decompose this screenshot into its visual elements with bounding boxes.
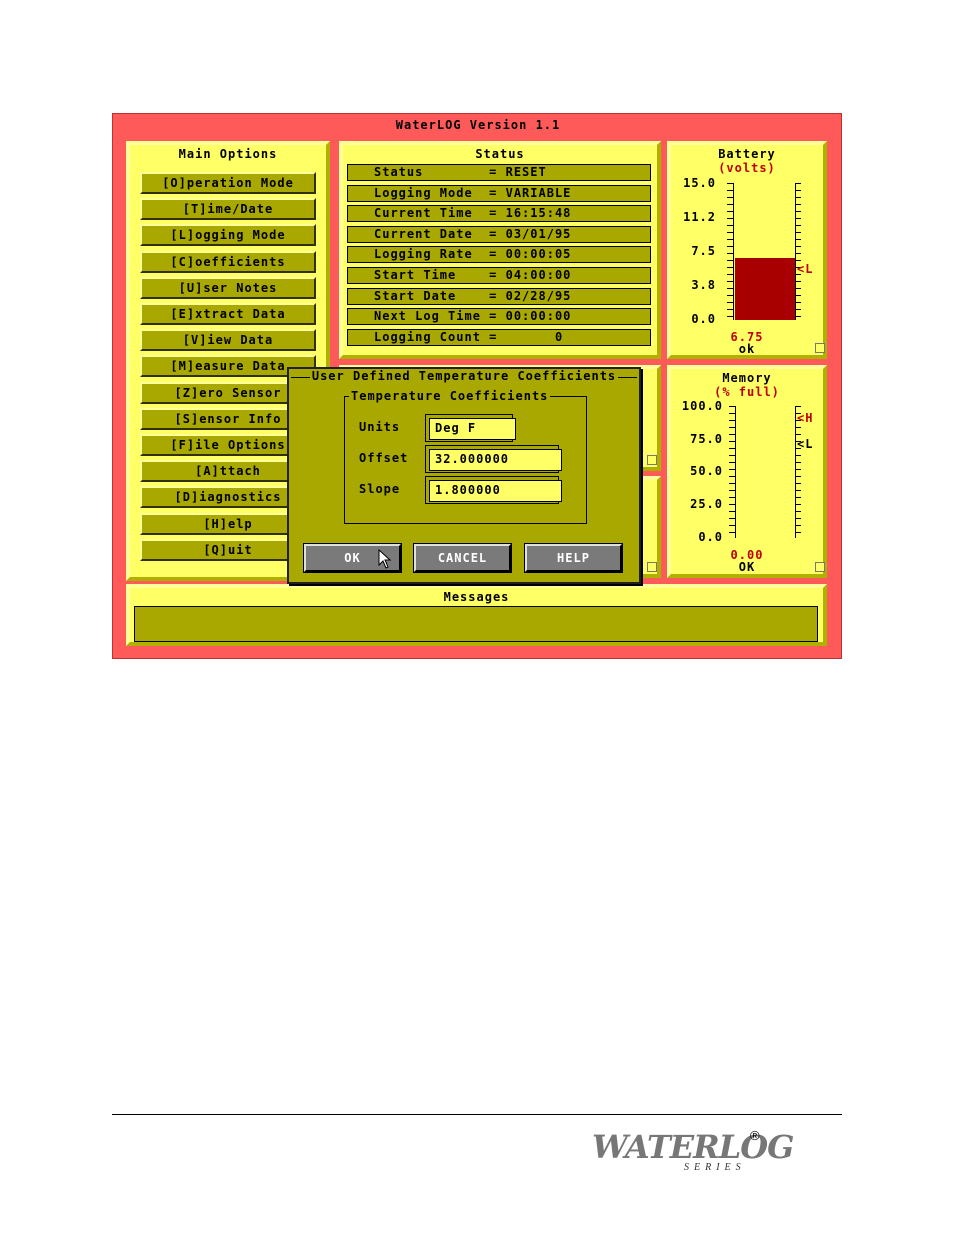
status-row: Logging Count = 0	[347, 328, 651, 346]
battery-tick: 3.8	[691, 278, 716, 292]
mouse-cursor-icon	[378, 549, 392, 569]
messages-panel: Messages	[126, 584, 827, 646]
memory-low-marker: <L	[797, 437, 814, 451]
status-row: Logging Rate = 00:00:05	[347, 246, 651, 264]
battery-scale-axis	[733, 183, 734, 320]
logo-series: SERIES	[684, 1162, 746, 1173]
logo-text: WATERLOG	[592, 1128, 794, 1166]
help-button[interactable]: HELP	[524, 543, 623, 573]
memory-resize-box[interactable]	[815, 562, 825, 572]
waterlog-logo: WATERLOG ® SERIES	[592, 1128, 794, 1173]
battery-resize-box[interactable]	[815, 343, 825, 353]
status-row: Logging Mode = VARIABLE	[347, 184, 651, 202]
memory-state: OK	[738, 560, 756, 574]
units-label: Units	[359, 420, 401, 434]
memory-high-marker: <H	[797, 411, 814, 425]
menu-item-view-data[interactable]: [V]iew Data	[140, 329, 316, 352]
battery-state: ok	[738, 342, 756, 356]
temperature-coefficients-dialog: User Defined Temperature Coefficients Te…	[287, 367, 641, 584]
battery-tick: 15.0	[683, 176, 716, 190]
status-row: Start Time = 04:00:00	[347, 267, 651, 284]
memory-tick: 100.0	[681, 399, 723, 413]
menu-item-operation-mode[interactable]: [O]peration Mode	[140, 172, 316, 194]
status-row: Current Time = 16:15:48	[347, 205, 651, 223]
units-input[interactable]: Deg F	[429, 418, 516, 440]
dialog-title-wrap: User Defined Temperature Coefficients	[289, 369, 639, 383]
memory-unit: (% full)	[714, 385, 780, 399]
menu-item-user-notes[interactable]: [U]ser Notes	[140, 276, 316, 299]
battery-tick: 0.0	[691, 312, 716, 326]
memory-tick: 50.0	[690, 464, 723, 478]
memory-tick: 0.0	[698, 530, 723, 544]
battery-unit: (volts)	[718, 161, 776, 175]
memory-scale-axis	[735, 406, 736, 538]
status-row: Next Log Time = 00:00:00	[347, 308, 651, 326]
units-field-frame: Deg F	[425, 414, 516, 442]
slope-field-frame: 1.800000	[425, 476, 562, 504]
battery-tick: 11.2	[683, 210, 716, 224]
offset-label: Offset	[359, 451, 409, 465]
panel-resize-box[interactable]	[647, 562, 657, 572]
messages-title: Messages	[443, 590, 510, 604]
menu-item-logging-mode[interactable]: [L]ogging Mode	[140, 224, 316, 247]
status-panel: Status Status = RESET Logging Mode = VARI…	[339, 141, 661, 359]
memory-tick: 75.0	[690, 432, 723, 446]
logo-registered: ®	[750, 1128, 760, 1143]
memory-panel: Memory (% full) 100.0 75.0 50.0 25.0 0.0…	[667, 365, 827, 578]
slope-label: Slope	[359, 482, 401, 496]
battery-panel: Battery (volts) 15.0 11.2 7.5 3.8 0.0 <L…	[667, 141, 827, 359]
slope-input[interactable]: 1.800000	[429, 480, 562, 502]
main-options-title: Main Options	[178, 147, 278, 161]
battery-scale-axis-right	[795, 183, 796, 320]
memory-tick: 25.0	[690, 497, 723, 511]
dialog-title: User Defined Temperature Coefficients	[309, 369, 619, 383]
battery-tick: 7.5	[691, 244, 716, 258]
menu-item-time-date[interactable]: [T]ime/Date	[140, 198, 316, 221]
status-row: Status = RESET	[347, 164, 651, 181]
menu-item-coefficients[interactable]: [C]oefficients	[140, 250, 316, 273]
cancel-button[interactable]: CANCEL	[413, 543, 512, 573]
window-title: WaterLOG Version 1.1	[395, 118, 561, 132]
status-row: Start Date = 02/28/95	[347, 287, 651, 305]
status-title: Status	[475, 147, 525, 161]
offset-field-frame: 32.000000	[425, 445, 562, 473]
battery-level-bar	[735, 258, 795, 320]
memory-scale-axis-right	[795, 406, 796, 538]
menu-item-extract-data[interactable]: [E]xtract Data	[140, 303, 316, 325]
panel-resize-box[interactable]	[647, 455, 657, 465]
group-title: Temperature Coefficients	[349, 389, 551, 403]
battery-title: Battery	[718, 147, 776, 161]
messages-box	[134, 606, 818, 642]
battery-low-marker: <L	[797, 262, 814, 276]
memory-title: Memory	[722, 371, 772, 385]
status-row: Current Date = 03/01/95	[347, 225, 651, 243]
offset-input[interactable]: 32.000000	[429, 449, 562, 471]
footer-rule	[112, 1114, 842, 1115]
